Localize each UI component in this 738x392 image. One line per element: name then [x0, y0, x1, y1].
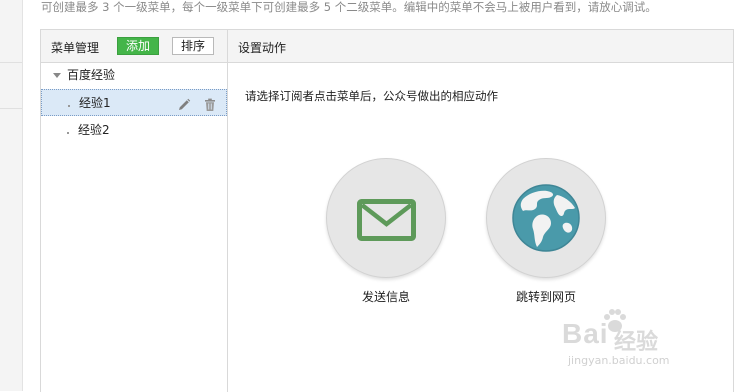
add-menu-button[interactable]: 添加: [117, 37, 160, 55]
globe-icon: [512, 184, 580, 252]
watermark-url: jingyan.baidu.com: [568, 354, 670, 367]
envelope-icon: [357, 199, 416, 241]
menu-management-header: 菜单管理 添加 排序: [41, 30, 227, 63]
action-settings-header: 设置动作: [228, 30, 733, 63]
jump-to-webpage-circle[interactable]: [486, 158, 606, 278]
pencil-icon[interactable]: [177, 95, 191, 110]
sort-menu-button[interactable]: 排序: [172, 37, 215, 55]
menu-tree-child-2[interactable]: 经验2: [41, 117, 227, 144]
send-message-circle[interactable]: [326, 158, 446, 278]
menu-tree-child-label: 经验2: [78, 123, 110, 137]
jump-to-webpage-option[interactable]: 跳转到网页: [485, 158, 607, 305]
menu-management-title: 菜单管理: [51, 41, 100, 55]
menu-limit-notice: 可创建最多 3 个一级菜单，每个一级菜单下可创建最多 5 个二级菜单。编辑中的菜…: [41, 0, 657, 14]
jump-to-webpage-label[interactable]: 跳转到网页: [485, 288, 607, 305]
bullet-dot-icon: [68, 105, 70, 107]
left-edge-strip: [0, 0, 23, 391]
menu-tree-parent-label: 百度经验: [67, 68, 116, 82]
bullet-dot-icon: [67, 132, 69, 134]
send-message-label[interactable]: 发送信息: [325, 288, 447, 305]
caret-down-icon[interactable]: [53, 73, 61, 78]
menu-tree-parent[interactable]: 百度经验: [41, 62, 227, 88]
action-settings-title: 设置动作: [238, 41, 287, 55]
trash-icon[interactable]: [203, 95, 217, 111]
menu-tree-child-1[interactable]: 经验1: [41, 89, 227, 116]
menu-management-column: 菜单管理 添加 排序 百度经验 经验1 经验2: [41, 30, 228, 392]
watermark-text: 经验: [614, 330, 659, 355]
baidu-jingyan-watermark: Bai 经验 jingyan.baidu.com: [562, 308, 732, 368]
menu-tree-child-label: 经验1: [79, 96, 111, 110]
send-message-option[interactable]: 发送信息: [325, 158, 447, 305]
action-prompt-text: 请选择订阅者点击菜单后，公众号做出的相应动作: [245, 89, 498, 103]
